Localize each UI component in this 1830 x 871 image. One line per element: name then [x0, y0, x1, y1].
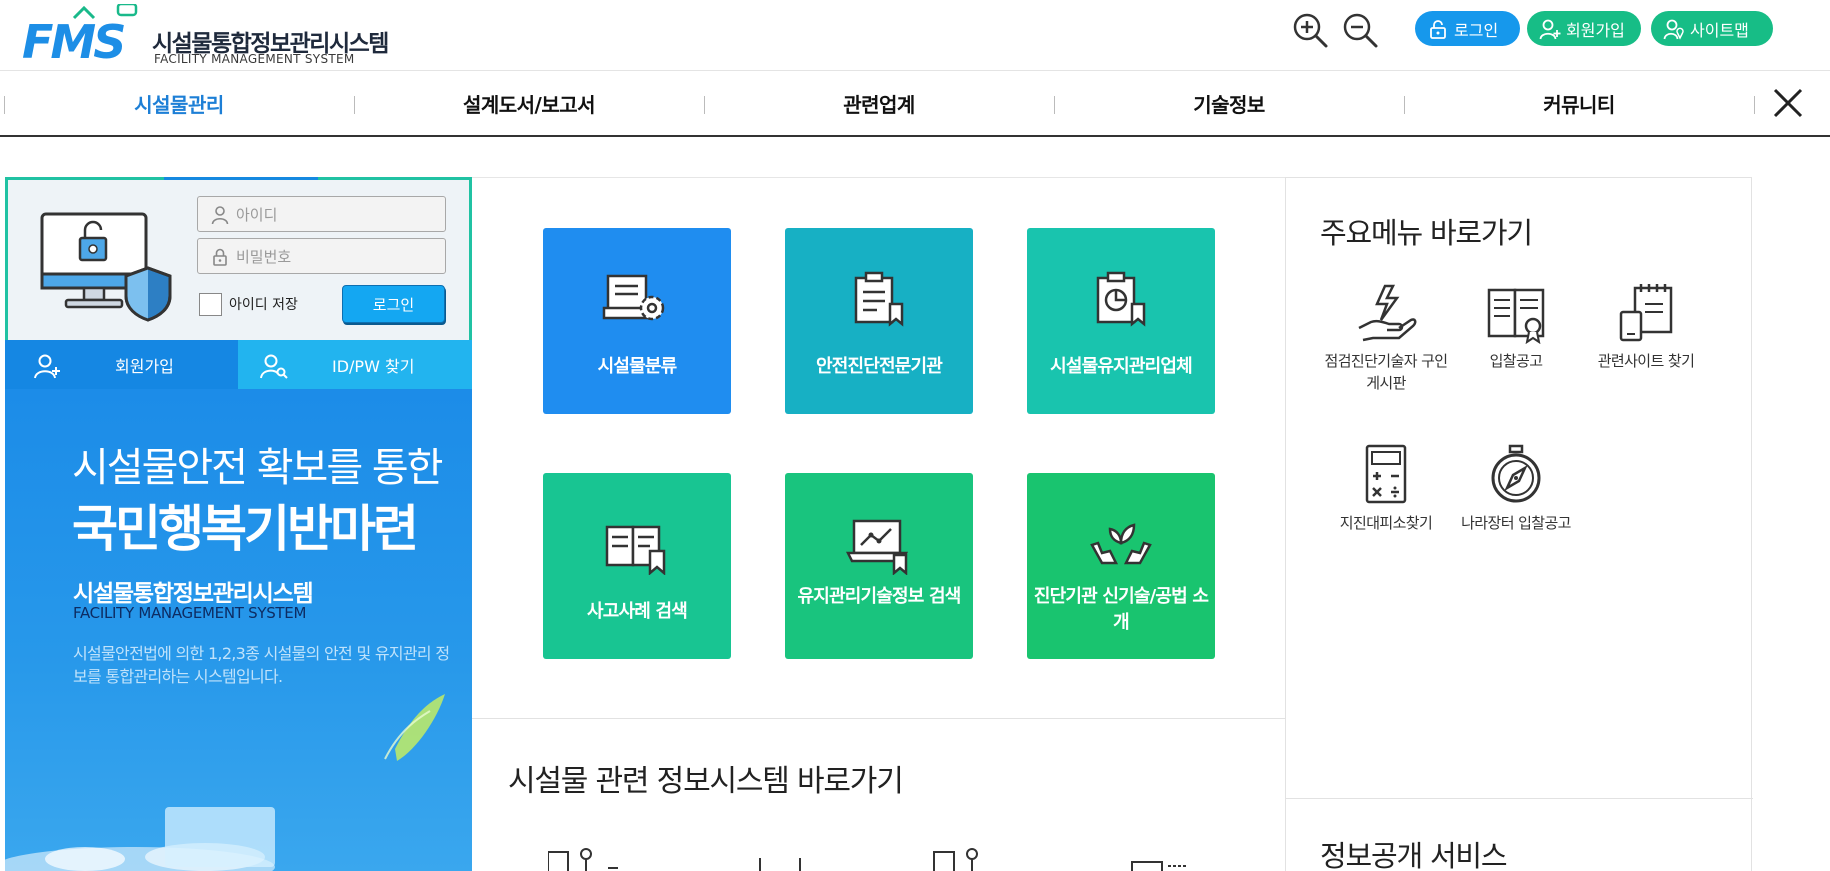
notepad-phone-icon [1619, 284, 1673, 342]
tile-label: 유지관리기술정보 검색 [797, 586, 961, 607]
join-button[interactable]: 회원가입 [5, 340, 238, 389]
find-button-label: ID/PW 찾기 [332, 357, 415, 376]
header-join-label: 회원가입 [1566, 20, 1625, 40]
zoom-out-icon[interactable] [1340, 10, 1380, 50]
login-panel: 아이디 비밀번호 아이디 저장 로그인 회원가입 ID/PW 찾기 [5, 177, 472, 389]
tile-maintenance-companies[interactable]: 시설물유지관리업체 [1027, 228, 1215, 414]
quick-link-label: 입찰공고 [1489, 352, 1543, 370]
quick-link-narajangteo-bid[interactable]: 나라장터 입찰공고 [1451, 444, 1581, 534]
clipboard-icon [854, 271, 904, 327]
header-sitemap-button[interactable]: 사이트맵 [1651, 11, 1773, 46]
nav-item-tech-info[interactable]: 기술정보 [1054, 71, 1404, 135]
quick-menu-section: 주요메뉴 바로가기 점검진단기술자 구인게시판 입찰공고 관련사이트 찾기 지진… [1285, 177, 1753, 871]
hands-plant-icon [1090, 523, 1152, 565]
fms-logo-icon: FMS [22, 4, 138, 68]
banner-illustration [5, 694, 445, 871]
tile-facility-classification[interactable]: 시설물분류 [543, 228, 731, 414]
banner-description: 시설물안전법에 의한 1,2,3종 시설물의 안전 및 유지관리 정보를 통합관… [73, 644, 450, 686]
panel-buttons: 회원가입 ID/PW 찾기 [5, 340, 472, 392]
login-button[interactable]: 로그인 [342, 285, 445, 323]
banner-system-name: 시설물통합정보관리시스템 [73, 581, 314, 607]
nav-separator [1754, 96, 1755, 114]
close-icon[interactable] [1770, 85, 1806, 121]
tile-accident-case-search[interactable]: 사고사례 검색 [543, 473, 731, 659]
header-login-button[interactable]: 로그인 [1415, 11, 1520, 46]
quick-link-label: 지진대피소찾기 [1339, 514, 1433, 532]
add-user-icon [1539, 19, 1561, 39]
banner-headline: 시설물안전 확보를 통한 [72, 445, 443, 491]
user-pin-icon [1663, 19, 1684, 40]
tile-label: 안전진단전문기관 [815, 356, 943, 377]
public-info-title: 정보공개 서비스 [1320, 839, 1508, 871]
open-book-icon [1487, 288, 1545, 344]
nav-item-community[interactable]: 커뮤니티 [1404, 71, 1754, 135]
quick-link-earthquake-shelter[interactable]: 지진대피소찾기 [1321, 444, 1451, 534]
header-sitemap-label: 사이트맵 [1690, 20, 1749, 40]
tile-label: 시설물분류 [597, 356, 678, 377]
header-join-button[interactable]: 회원가입 [1527, 11, 1641, 46]
info-system-icons [548, 848, 1188, 871]
password-placeholder: 비밀번호 [236, 247, 292, 266]
zoom-in-icon[interactable] [1290, 10, 1330, 50]
nav-item-facility[interactable]: 시설물관리 [4, 71, 354, 135]
lock-icon [213, 248, 227, 266]
logo-subtitle: FACILITY MANAGEMENT SYSTEM [154, 52, 355, 66]
quick-link-related-sites[interactable]: 관련사이트 찾기 [1581, 282, 1711, 372]
header-login-label: 로그인 [1454, 20, 1499, 40]
book-icon [605, 525, 666, 575]
tile-label: 사고사례 검색 [586, 601, 688, 622]
tile-maintenance-tech-search[interactable]: 유지관리기술정보 검색 [785, 473, 973, 659]
id-placeholder: 아이디 [236, 205, 278, 224]
tile-new-tech-introduction[interactable]: 진단기관 신기술/공법 소개 [1027, 473, 1215, 659]
tile-safety-diagnosis-agency[interactable]: 안전진단전문기관 [785, 228, 973, 414]
main-nav: 시설물관리 설계도서/보고서 관련업계 기술정보 커뮤니티 [0, 71, 1830, 137]
header: FMS 시설물통합정보관리시스템 FACILITY MANAGEMENT SYS… [0, 0, 1830, 71]
tile-label: 시설물유지관리업체 [1050, 356, 1193, 377]
quick-link-label: 점검진단기술자 구인게시판 [1324, 352, 1449, 392]
user-search-icon [260, 354, 288, 379]
quick-link-bid-notice[interactable]: 입찰공고 [1451, 282, 1581, 372]
remember-id-checkbox[interactable] [199, 293, 222, 316]
add-user-icon [34, 354, 60, 379]
promo-banner: 시설물안전 확보를 통한 국민행복기반마련 시설물통합정보관리시스템 FACIL… [5, 389, 472, 871]
lock-icon [1430, 19, 1446, 39]
center-section: 시설물분류 안전진단전문기관 시설물유지관리업체 사고사례 검색 유지관리기술정… [472, 177, 1285, 871]
document-gear-icon [602, 274, 665, 321]
logo[interactable]: FMS 시설물통합정보관리시스템 FACILITY MANAGEMENT SYS… [22, 4, 389, 68]
user-icon [211, 206, 229, 225]
panel-accent-bar [164, 177, 318, 180]
id-input[interactable]: 아이디 [197, 196, 446, 232]
join-button-label: 회원가입 [115, 357, 174, 376]
password-input[interactable]: 비밀번호 [197, 238, 446, 274]
svg-text:FMS: FMS [22, 15, 124, 68]
nav-item-industry[interactable]: 관련업계 [704, 71, 1054, 135]
calculator-icon [1365, 444, 1407, 504]
banner-slogan: 국민행복기반마련 [72, 500, 419, 558]
monitor-lock-icon [40, 212, 172, 322]
quick-link-engineer-jobs[interactable]: 점검진단기술자 구인게시판 [1321, 282, 1451, 394]
compass-icon [1491, 444, 1541, 503]
remember-id-label: 아이디 저장 [229, 297, 298, 313]
info-systems-title: 시설물 관련 정보시스템 바로가기 [508, 764, 904, 799]
quick-link-label: 나라장터 입찰공고 [1461, 514, 1571, 532]
laptop-chart-icon [845, 519, 909, 575]
quick-link-label: 관련사이트 찾기 [1597, 352, 1695, 370]
quick-menu-title: 주요메뉴 바로가기 [1320, 216, 1533, 250]
nav-item-design-docs[interactable]: 설계도서/보고서 [354, 71, 704, 135]
section-divider [1286, 798, 1753, 799]
section-divider [472, 718, 1285, 719]
banner-system-en: FACILITY MANAGEMENT SYSTEM [73, 604, 307, 622]
tile-label: 진단기관 신기술/공법 소개 [1033, 586, 1209, 633]
page: FMS 시설물통합정보관리시스템 FACILITY MANAGEMENT SYS… [0, 0, 1830, 871]
find-id-pw-button[interactable]: ID/PW 찾기 [238, 340, 472, 389]
hand-lightning-icon [1358, 284, 1417, 342]
clipboard-chart-icon [1096, 271, 1146, 327]
